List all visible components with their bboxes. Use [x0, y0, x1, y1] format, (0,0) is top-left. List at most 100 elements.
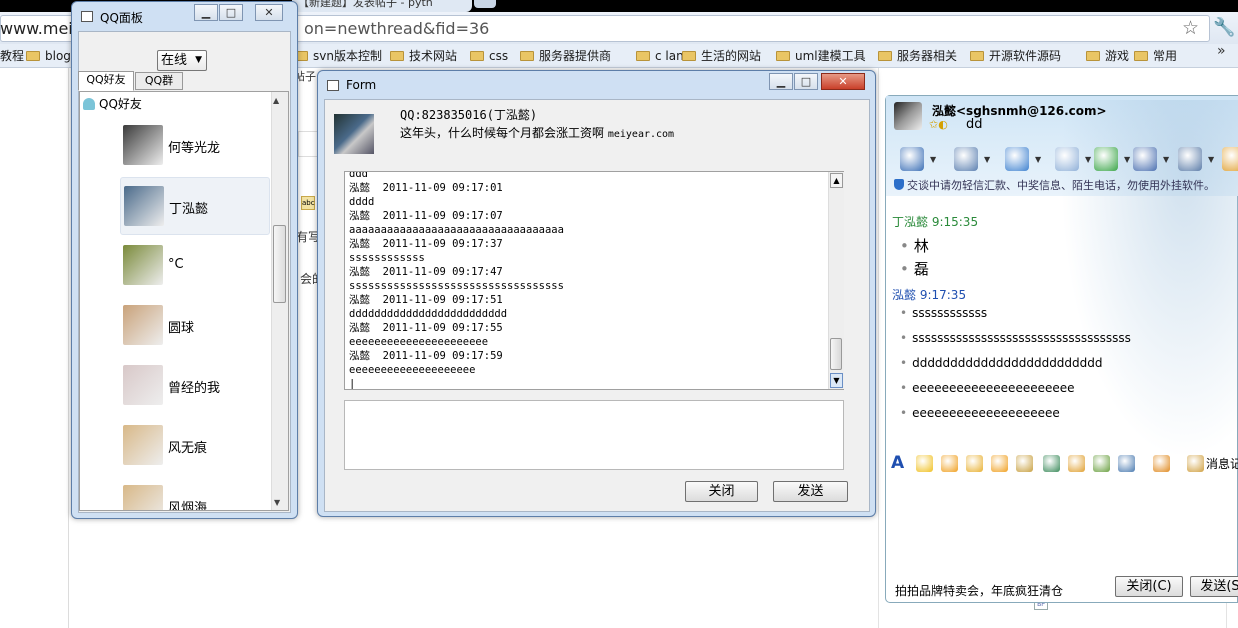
- microphone-icon[interactable]: [954, 147, 978, 171]
- bookmark-item[interactable]: 服务器提供商: [520, 48, 611, 64]
- settings-icon[interactable]: [1178, 147, 1202, 171]
- doodle-icon[interactable]: [966, 455, 983, 472]
- bookmark-label: 生活的网站: [701, 49, 762, 63]
- music-icon[interactable]: [1068, 455, 1085, 472]
- scrollbar-thumb[interactable]: [830, 338, 842, 370]
- chat-log-line: eeeeeeeeeeeeeeeeeeee: [349, 364, 476, 376]
- bookmark-item[interactable]: 开源软件源码: [970, 48, 1061, 64]
- chevron-down-icon[interactable]: ▼: [1035, 155, 1041, 164]
- message-record-button[interactable]: 消息记: [1206, 455, 1238, 472]
- bookmark-item[interactable]: 服务器相关: [878, 48, 957, 64]
- bullet-icon: •: [900, 381, 908, 395]
- scroll-down-icon[interactable]: ▼: [274, 498, 280, 507]
- chat-log[interactable]: ddd 泓懿 2011-11-09 09:17:01 dddd 泓懿 2011-11-…: [344, 171, 844, 390]
- bookmark-item[interactable]: svn版本控制: [294, 48, 382, 64]
- bookmark-item[interactable]: 技术网站: [390, 48, 457, 64]
- nudge-icon[interactable]: [991, 455, 1008, 472]
- friend-item[interactable]: 丁泓懿: [120, 177, 270, 235]
- bookmark-item[interactable]: 游戏: [1086, 48, 1129, 64]
- friend-name: 何等光龙: [168, 141, 221, 156]
- message-sender: 丁泓懿 9:15:35: [892, 215, 979, 229]
- friend-item[interactable]: 圆球: [120, 297, 270, 355]
- close-button[interactable]: ✕: [821, 73, 865, 90]
- tab-qq-groups[interactable]: QQ群: [135, 72, 183, 90]
- chat-log-line: 泓懿 2011-11-09 09:17:55: [349, 322, 503, 334]
- maximize-button[interactable]: □: [794, 73, 818, 90]
- maximize-button[interactable]: □: [219, 4, 243, 21]
- remote-assist-icon[interactable]: [1133, 147, 1157, 171]
- scroll-down-icon[interactable]: ▼: [830, 373, 843, 388]
- chevron-down-icon[interactable]: ▼: [1085, 155, 1091, 164]
- minimize-button[interactable]: ▁: [769, 73, 793, 90]
- scroll-up-icon[interactable]: ▲: [830, 173, 843, 188]
- new-tab-button[interactable]: [474, 0, 496, 8]
- friend-item[interactable]: 风烟海: [120, 477, 270, 510]
- bullet-icon: •: [900, 406, 908, 420]
- chat-log-line: 泓懿 2011-11-09 09:17:07: [349, 210, 503, 222]
- chevron-down-icon[interactable]: ▼: [930, 155, 936, 164]
- send-button[interactable]: 发送: [773, 481, 848, 502]
- chevron-down-icon[interactable]: ▼: [1208, 155, 1214, 164]
- gift-icon[interactable]: [1093, 455, 1110, 472]
- folder-transfer-icon[interactable]: [1005, 147, 1029, 171]
- ad-link[interactable]: 拍拍品牌特卖会，年底疯狂清仓: [895, 582, 1063, 599]
- friend-item[interactable]: 风无痕: [120, 417, 270, 475]
- emoticon-icon[interactable]: [916, 455, 933, 472]
- bookmark-item[interactable]: c lan: [636, 48, 684, 64]
- friend-item[interactable]: °C: [120, 237, 270, 295]
- bullet-icon: •: [900, 331, 908, 345]
- friend-item[interactable]: 何等光龙: [120, 117, 270, 175]
- message-line: • eeeeeeeeeeeeeeeeeeeeee: [900, 381, 1075, 395]
- avatar: [334, 114, 374, 154]
- bookmark-label: 常用: [1153, 49, 1178, 63]
- bookmark-item[interactable]: 常用: [1134, 48, 1177, 64]
- folder-icon: [1086, 51, 1100, 61]
- send-button[interactable]: 发送(S: [1190, 576, 1238, 597]
- url-text-tail: on=newthread&fid=36: [304, 19, 490, 38]
- bookmarks-overflow-button[interactable]: »: [1217, 43, 1226, 59]
- minimize-button[interactable]: ▁: [194, 4, 218, 21]
- chevron-down-icon[interactable]: ▼: [1124, 155, 1130, 164]
- chevron-down-icon[interactable]: ▼: [984, 155, 990, 164]
- bookmark-item[interactable]: uml建模工具: [776, 48, 866, 64]
- mail-icon[interactable]: [1055, 147, 1079, 171]
- payment-icon[interactable]: [1153, 455, 1170, 472]
- tree-group-header[interactable]: QQ好友: [83, 95, 142, 112]
- bookmark-star-icon[interactable]: ☆: [1182, 17, 1199, 39]
- tab-qq-friends[interactable]: QQ好友: [78, 71, 134, 91]
- image-icon[interactable]: [1043, 455, 1060, 472]
- avatar[interactable]: [894, 102, 922, 130]
- bookmark-item[interactable]: css: [470, 48, 508, 64]
- status-icons: ✩◐: [929, 118, 948, 131]
- bullet-icon: •: [900, 356, 908, 370]
- message-record-icon[interactable]: [1187, 455, 1204, 472]
- bookmark-item[interactable]: 生活的网站: [682, 48, 761, 64]
- close-button[interactable]: 关闭: [685, 481, 758, 502]
- contact-signature: 这年头，什么时候每个月都会涨工资啊 meiyear.com: [400, 124, 674, 141]
- signature-text: 这年头，什么时候每个月都会涨工资啊: [400, 126, 605, 140]
- message-text: eeeeeeeeeeeeeeeeeeee: [912, 406, 1060, 420]
- status-select[interactable]: 在线 ▼: [157, 50, 207, 71]
- avatar: [123, 245, 163, 285]
- magic-emoticon-icon[interactable]: [941, 455, 958, 472]
- add-app-icon[interactable]: [1094, 147, 1118, 171]
- wrench-icon[interactable]: 🔧: [1213, 17, 1235, 38]
- chevron-down-icon[interactable]: ▼: [1163, 155, 1169, 164]
- browser-tab[interactable]: 【新建题】发表帖子 - pyth: [292, 0, 472, 12]
- font-icon[interactable]: A: [891, 455, 908, 472]
- message-input[interactable]: [344, 400, 844, 470]
- window-title: Form: [346, 78, 377, 92]
- close-button[interactable]: 关闭(C): [1115, 576, 1183, 597]
- edit-icon[interactable]: [1016, 455, 1033, 472]
- friend-name: 曾经的我: [168, 381, 221, 396]
- bookmark-item[interactable]: 教程: [0, 48, 24, 64]
- close-button[interactable]: ✕: [255, 4, 283, 21]
- scrollbar-thumb[interactable]: [273, 225, 286, 303]
- scroll-up-icon[interactable]: ▲: [273, 96, 279, 105]
- app-icon[interactable]: [1222, 147, 1238, 171]
- friend-item[interactable]: 曾经的我: [120, 357, 270, 415]
- bookmark-item[interactable]: blog: [26, 48, 71, 64]
- screen-share-icon[interactable]: [1118, 455, 1135, 472]
- webcam-icon[interactable]: [900, 147, 924, 171]
- bullet-icon: •: [900, 306, 908, 320]
